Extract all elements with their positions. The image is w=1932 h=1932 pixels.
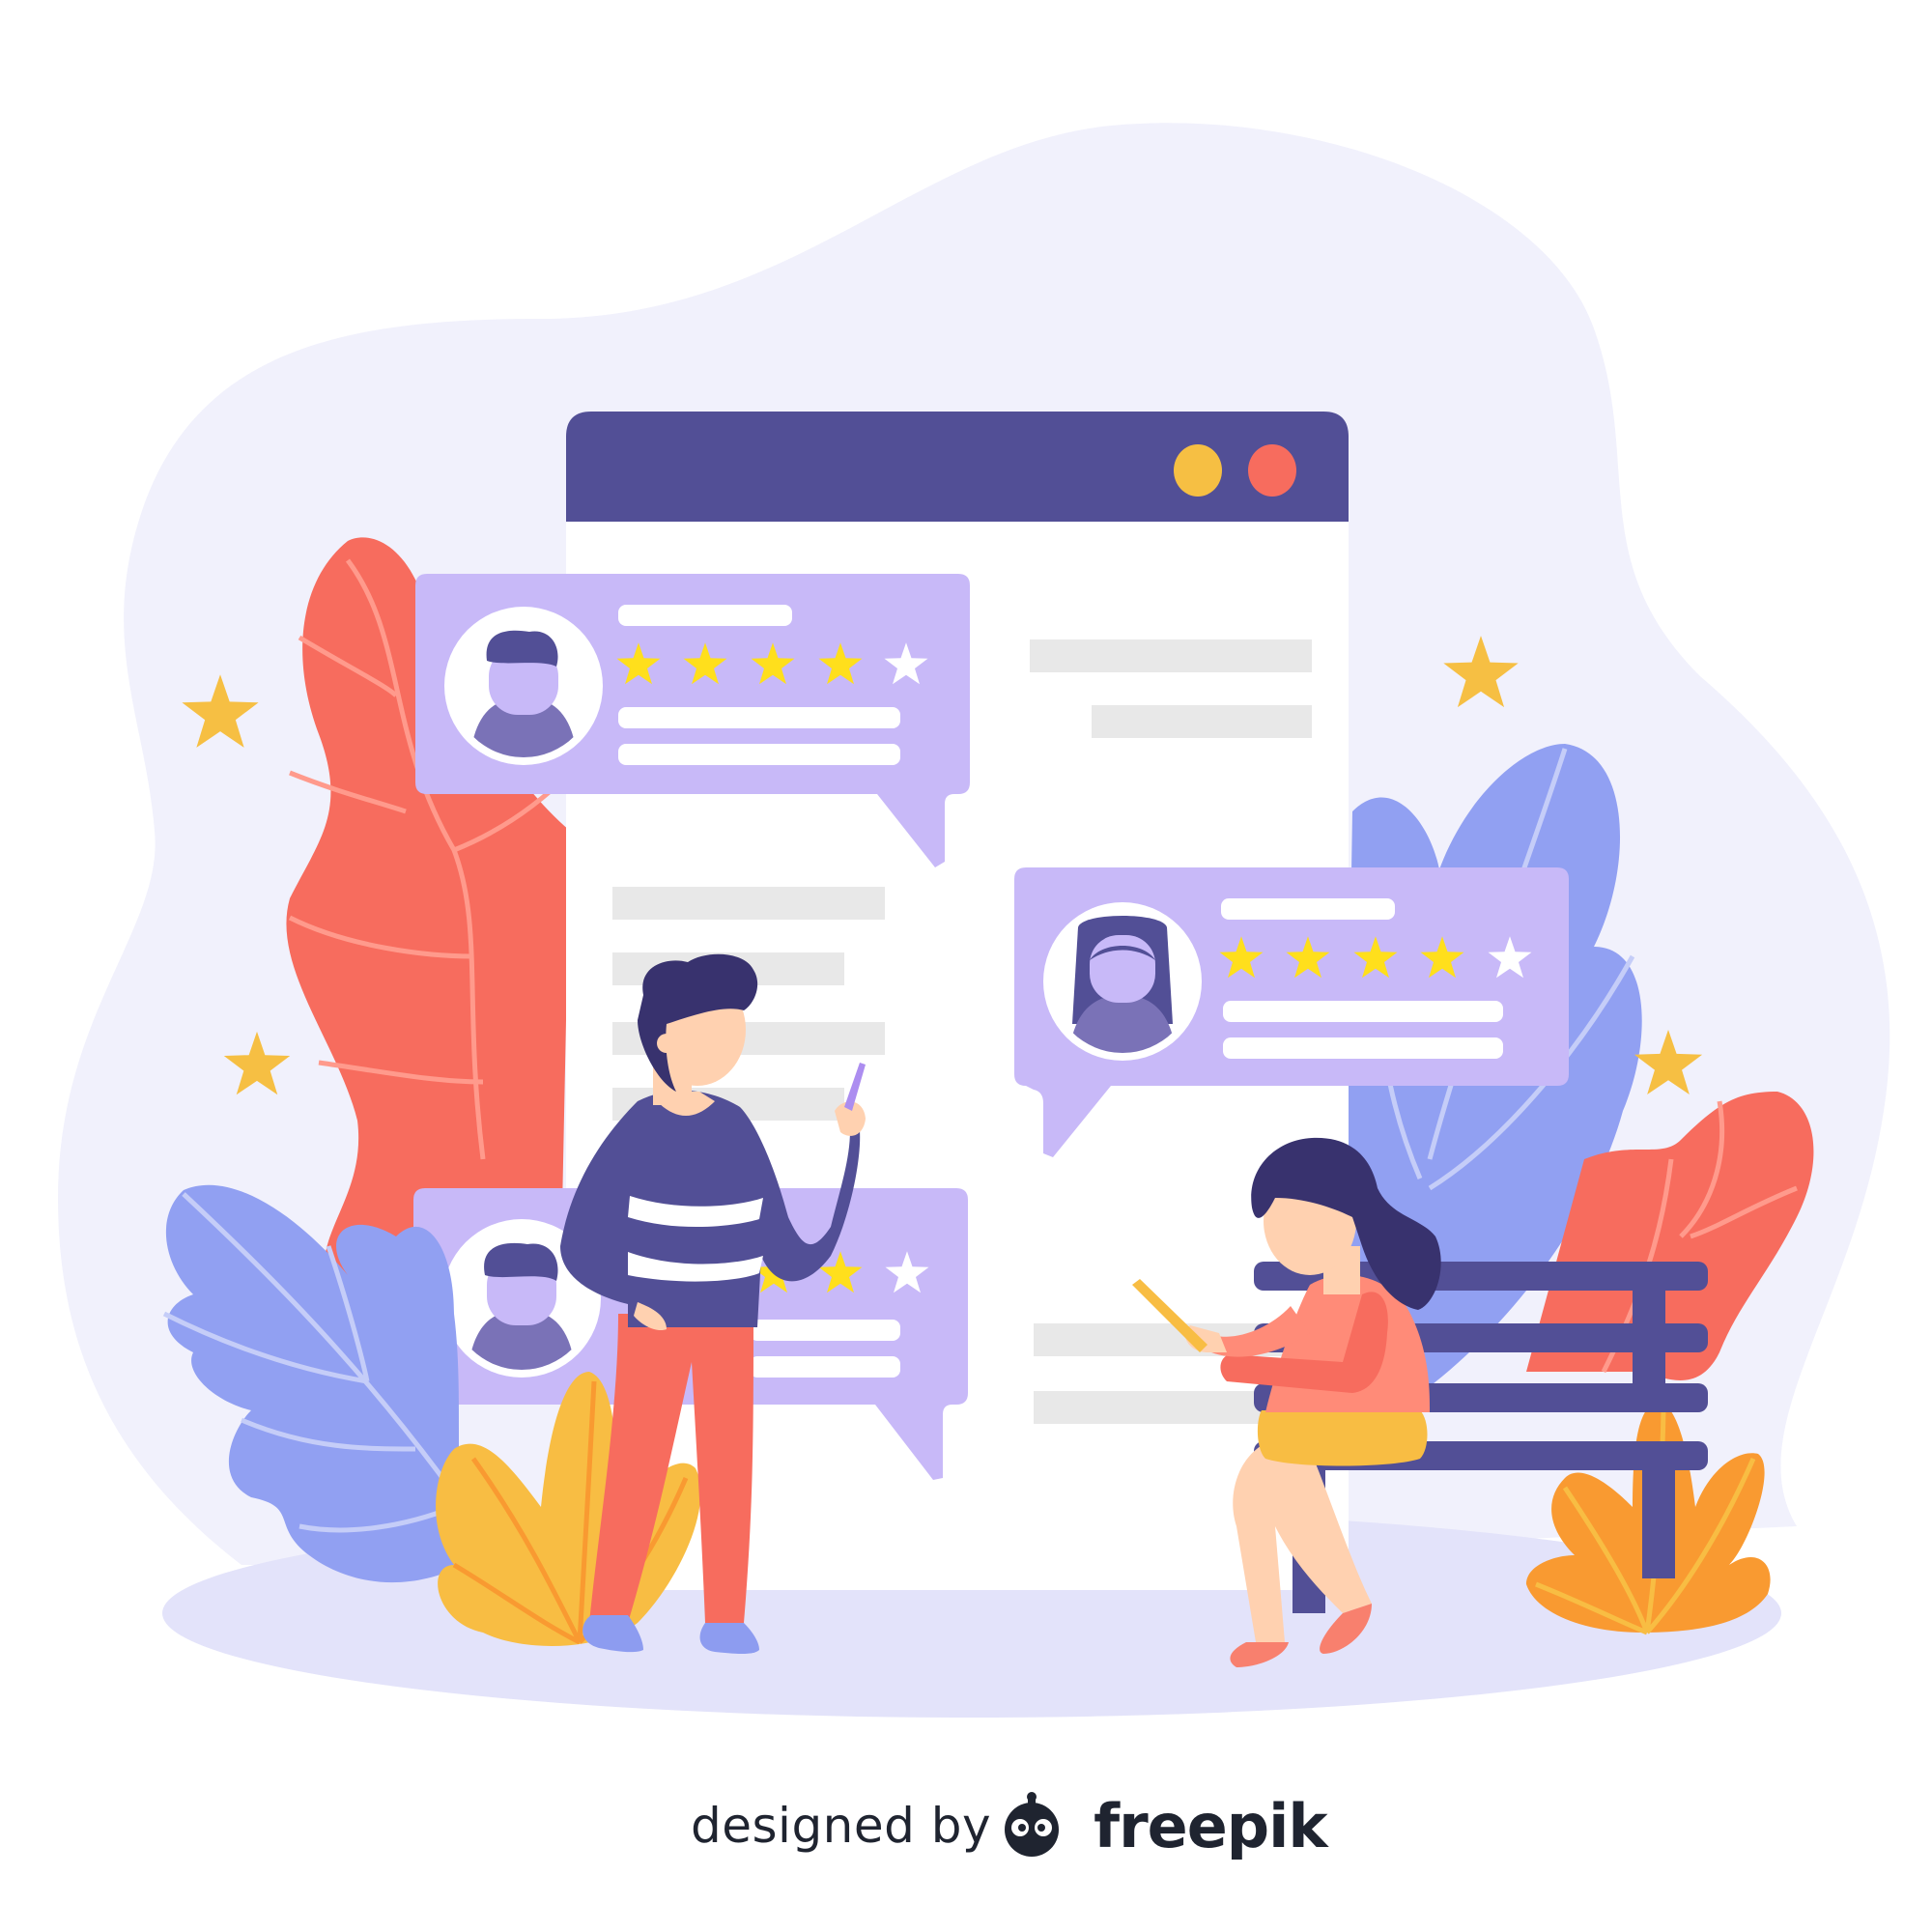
credit-designed-by: designed by (691, 1798, 992, 1854)
credit-brand[interactable]: freepik (1094, 1791, 1328, 1861)
review-illustration (58, 123, 1890, 1857)
minimize-dot-icon[interactable] (1174, 444, 1222, 497)
designed-by-credit: designed by freepik (691, 1773, 1328, 1879)
female-avatar-figure (1068, 916, 1177, 1053)
window-title-bar (566, 412, 1349, 522)
close-dot-icon[interactable] (1248, 444, 1296, 497)
